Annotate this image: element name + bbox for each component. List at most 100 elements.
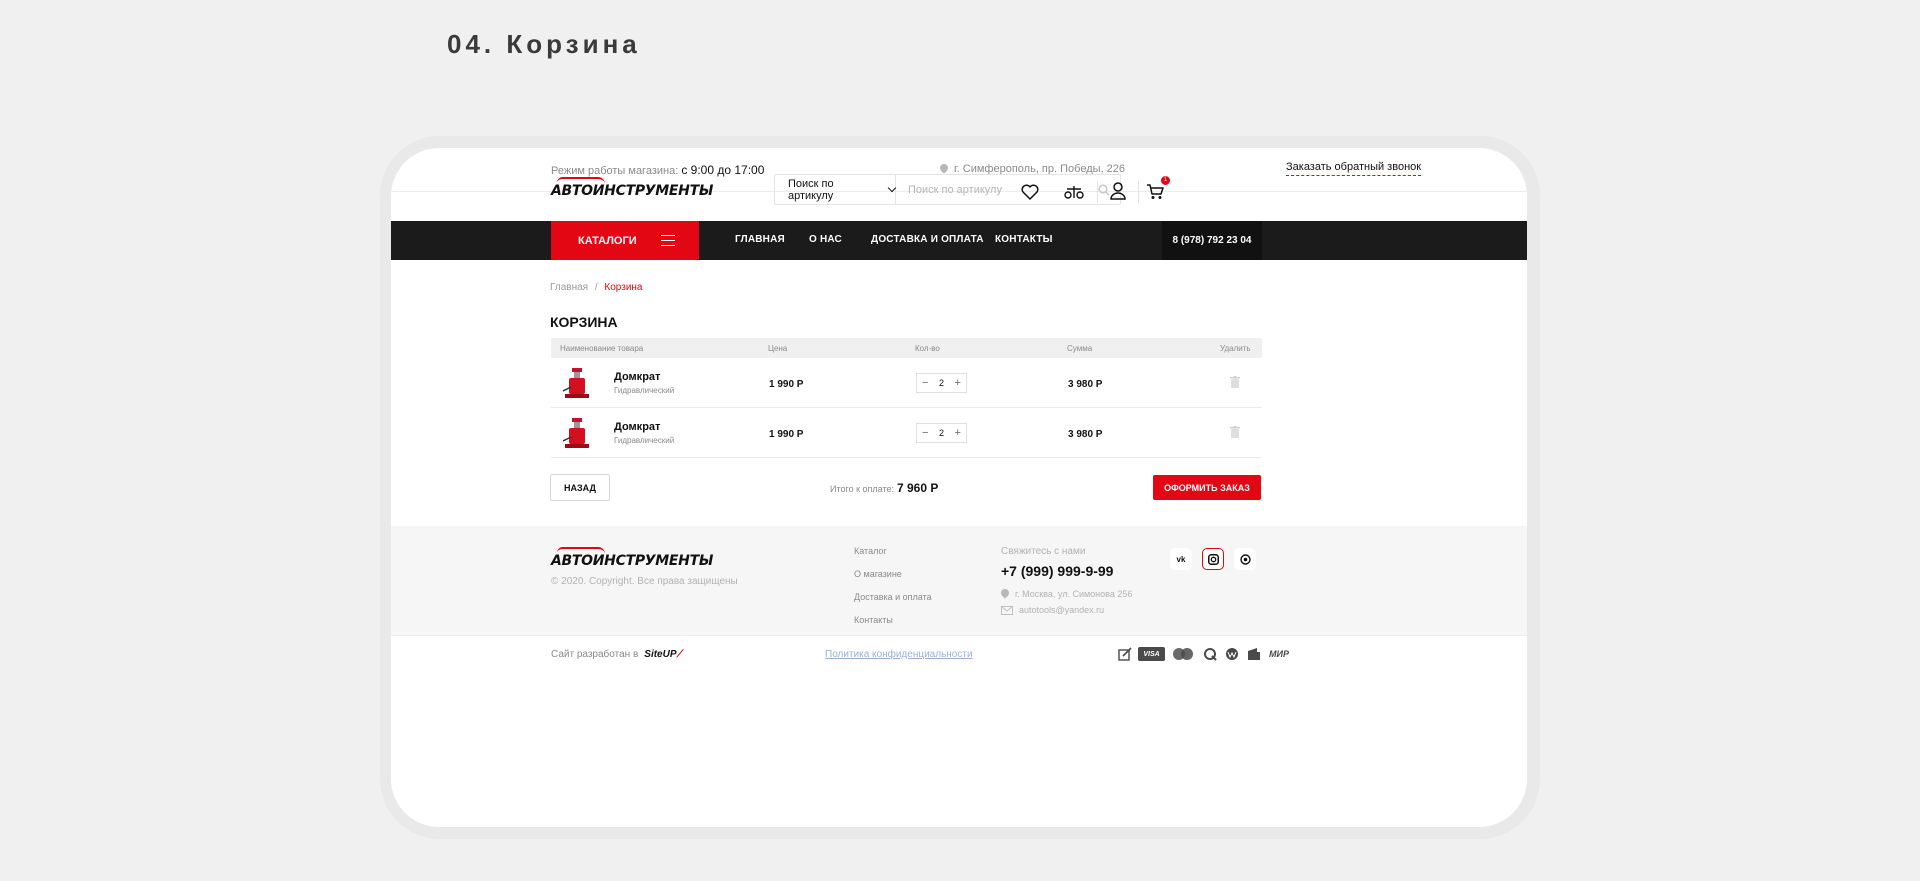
mastercard-icon	[1169, 647, 1197, 661]
footer-address-text: г. Москва, ул. Симонова 256	[1015, 589, 1133, 599]
mail-icon	[1001, 605, 1013, 615]
quantity-value[interactable]: 2	[939, 378, 944, 388]
section-title: 04. Корзина	[447, 29, 641, 59]
site-screen: Режим работы магазина: с 9:00 до 17:00 г…	[391, 148, 1527, 827]
footer-link-delivery[interactable]: Доставка и оплата	[854, 592, 932, 602]
quantity-decrease-button[interactable]: −	[922, 427, 928, 439]
search-type-value: Поиск по артикулу	[788, 177, 834, 202]
nav-phone[interactable]: 8 (978) 792 23 04	[1162, 221, 1262, 260]
footer-address: г. Москва, ул. Симонова 256	[1001, 589, 1132, 599]
trash-icon[interactable]	[1230, 426, 1240, 438]
column-header-name: Наименование товара	[560, 344, 644, 353]
total-label: Итого к оплате:	[830, 484, 894, 494]
working-hours: Режим работы магазина: с 9:00 до 17:00	[551, 163, 764, 177]
page-title: КОРЗИНА	[550, 314, 618, 330]
menu-burger-icon	[661, 235, 675, 246]
instagram-icon	[1207, 553, 1219, 565]
nav-item-home[interactable]: ГЛАВНАЯ	[735, 234, 785, 245]
developed-by-label: Сайт разработан в	[551, 649, 639, 660]
column-header-delete: Удалить	[1220, 344, 1251, 353]
visa-icon: VISA	[1138, 647, 1165, 661]
nav-item-delivery[interactable]: ДОСТАВКА И ОПЛАТА	[871, 234, 984, 245]
account-button[interactable]	[1107, 180, 1129, 202]
footer: АВТОИНСТРУМЕНТЫ © 2020. Copyright. Все п…	[391, 526, 1527, 635]
header-divider	[1097, 181, 1098, 203]
search-input[interactable]	[896, 175, 1088, 204]
search-type-select[interactable]: Поиск по артикулу	[775, 175, 897, 204]
location-pin-icon	[940, 164, 948, 174]
breadcrumb-separator: /	[594, 282, 598, 293]
privacy-policy-link[interactable]: Политика конфиденциальности	[825, 649, 973, 660]
mir-icon: МИР	[1269, 649, 1289, 659]
footer-link-about[interactable]: О магазине	[854, 569, 902, 579]
user-icon	[1110, 182, 1126, 200]
checkout-button[interactable]: ОФОРМИТЬ ЗАКАЗ	[1153, 475, 1261, 500]
cart-icon	[1147, 183, 1164, 199]
column-header-sum: Сумма	[1067, 344, 1093, 353]
developed-by: Сайт разработан в SiteUP⟋	[551, 649, 684, 660]
bottom-bar: Сайт разработан в SiteUP⟋ Политика конфи…	[391, 635, 1527, 675]
product-name[interactable]: Домкрат	[614, 371, 660, 383]
quantity-increase-button[interactable]: +	[955, 427, 961, 439]
column-header-qty: Кол-во	[915, 344, 940, 353]
catalog-button[interactable]: КАТАЛОГИ	[551, 221, 699, 260]
header-logo[interactable]: АВТОИНСТРУМЕНТЫ	[551, 177, 713, 198]
favorites-button[interactable]	[1019, 181, 1041, 203]
chevron-down-icon	[887, 183, 897, 193]
card-payment-icon	[1116, 647, 1134, 661]
compare-scales-icon	[1064, 186, 1084, 199]
breadcrumb-home[interactable]: Главная	[550, 282, 588, 293]
location-pin-icon	[1001, 589, 1009, 599]
product-subtitle: Гидравлический	[614, 386, 675, 395]
cart-table-header: Наименование товара Цена Кол-во Сумма Уд…	[551, 338, 1262, 358]
logo-text: АВТОИНСТРУМЕНТЫ	[551, 553, 714, 569]
product-sum: 3 980 Р	[1068, 429, 1103, 440]
cart-row: Домкрат Гидравлический 1 990 Р − 2 + 3 9…	[551, 358, 1262, 408]
whatsapp-social-button[interactable]	[1234, 548, 1256, 570]
instagram-social-button[interactable]	[1202, 548, 1224, 570]
total-value: 7 960 Р	[897, 481, 939, 495]
yandex-money-icon	[1245, 647, 1263, 661]
footer-link-contacts[interactable]: Контакты	[854, 615, 893, 625]
trash-icon[interactable]	[1230, 376, 1240, 388]
jack-product-image	[563, 368, 589, 398]
quantity-stepper: − 2 +	[916, 423, 967, 443]
cart-count-badge: 1	[1161, 176, 1170, 185]
column-header-price: Цена	[768, 344, 788, 353]
logo-text: АВТОИНСТРУМЕНТЫ	[551, 183, 714, 199]
nav-item-about[interactable]: О НАС	[809, 234, 842, 245]
footer-link-catalog[interactable]: Каталог	[854, 546, 887, 556]
quantity-decrease-button[interactable]: −	[922, 377, 928, 389]
whatsapp-icon	[1239, 553, 1251, 565]
working-hours-label: Режим работы магазина:	[551, 165, 679, 177]
footer-phone[interactable]: +7 (999) 999-9-99	[1001, 563, 1113, 579]
device-frame: Режим работы магазина: с 9:00 до 17:00 г…	[380, 136, 1540, 839]
working-hours-value: с 9:00 до 17:00	[681, 163, 765, 177]
jack-product-image	[563, 418, 589, 448]
webmoney-icon	[1223, 647, 1241, 661]
copyright: © 2020. Copyright. Все права защищены	[551, 576, 738, 587]
vk-icon: vk	[1176, 554, 1186, 564]
footer-email[interactable]: autotools@yandex.ru	[1001, 605, 1104, 615]
nav-item-contacts[interactable]: КОНТАКТЫ	[995, 234, 1053, 245]
contact-heading: Свяжитесь с нами	[1001, 546, 1086, 557]
compare-button[interactable]	[1063, 181, 1085, 203]
main-navbar: КАТАЛОГИ ГЛАВНАЯ О НАС ДОСТАВКА И ОПЛАТА…	[391, 221, 1527, 260]
cart-button[interactable]: 1	[1144, 176, 1170, 202]
catalog-button-label: КАТАЛОГИ	[578, 234, 637, 247]
product-price: 1 990 Р	[769, 379, 804, 390]
quantity-increase-button[interactable]: +	[955, 377, 961, 389]
breadcrumb: Главная / Корзина	[550, 282, 643, 293]
developer-logo[interactable]: SiteUP⟋	[644, 649, 683, 660]
footer-email-text: autotools@yandex.ru	[1019, 605, 1105, 615]
quantity-stepper: − 2 +	[916, 373, 967, 393]
quantity-value[interactable]: 2	[939, 428, 944, 438]
vk-social-button[interactable]: vk	[1170, 548, 1192, 570]
back-button[interactable]: НАЗАД	[550, 474, 610, 501]
developer-name: SiteUP	[644, 649, 677, 660]
payment-methods: VISA МИР	[1116, 647, 1291, 661]
callback-link[interactable]: Заказать обратный звонок	[1286, 161, 1422, 176]
qiwi-icon	[1201, 647, 1219, 661]
product-name[interactable]: Домкрат	[614, 421, 660, 433]
footer-logo[interactable]: АВТОИНСТРУМЕНТЫ	[551, 547, 713, 568]
